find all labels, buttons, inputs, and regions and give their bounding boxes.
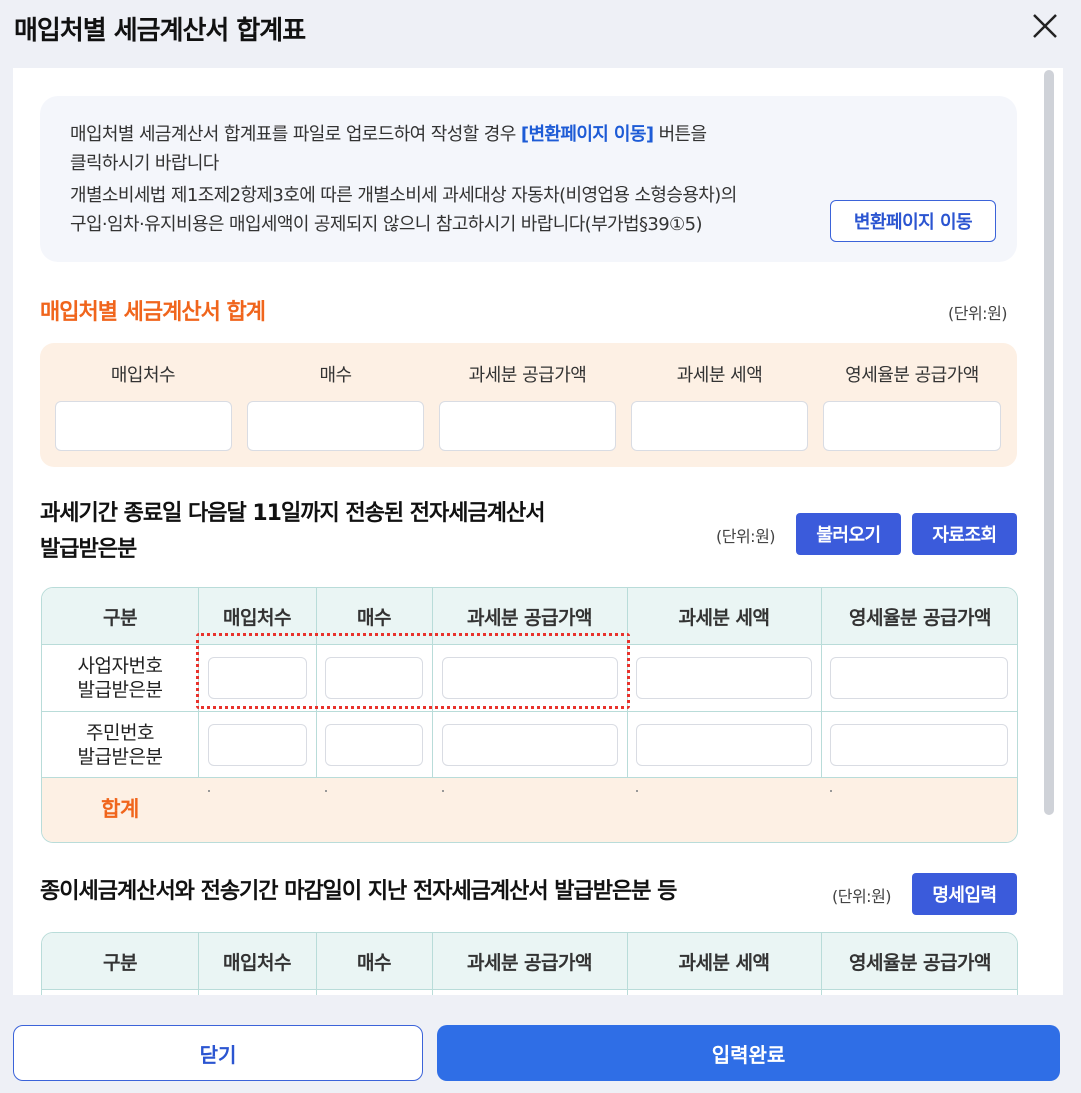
convert-page-button[interactable]: 변환페이지 이동: [830, 200, 996, 242]
notice-line-4: 구입·임차·유지비용은 매입세액이 공제되지 않으니 참고하시기 바랍니다(부가…: [70, 214, 702, 235]
submit-button[interactable]: 입력완료: [437, 1025, 1060, 1081]
s2-row2-vendors-field[interactable]: [208, 724, 307, 766]
s2-total-label: 합계: [101, 797, 139, 821]
s2-row2-zero-rate-field[interactable]: [830, 724, 1008, 766]
summary-title: 매입처별 세금계산서 합계: [40, 300, 266, 325]
section2-unit: (단위:원): [716, 527, 776, 546]
summary-vendors-field[interactable]: [55, 401, 232, 451]
s2-row2-taxable-tax-field[interactable]: [636, 724, 812, 766]
s3-header-taxable-supply: 과세분 공급가액: [467, 951, 592, 974]
summary-header-count: 매수: [319, 365, 352, 386]
s3-header-taxable-tax: 과세분 세액: [678, 951, 770, 974]
close-icon[interactable]: [1027, 8, 1063, 44]
highlight-box: [196, 633, 630, 709]
scrollbar-thumb[interactable]: [1044, 70, 1054, 815]
section3-table: 구분 매입처수 매수 과세분 공급가액 과세분 세액 영세율분 공급가액: [41, 932, 1018, 995]
notice-line-3: 개별소비세법 제1조제2항제3호에 따른 개별소비세 과세대상 자동차(비영업용…: [70, 185, 737, 206]
close-button[interactable]: 닫기: [13, 1025, 423, 1081]
summary-zero-rate-field[interactable]: [823, 401, 1001, 451]
s2-header-category: 구분: [103, 606, 137, 629]
s3-header-count: 매수: [357, 951, 391, 974]
s2-row2-label: 주민번호 발급받은분: [77, 721, 163, 768]
summary-taxable-supply-field[interactable]: [439, 401, 616, 451]
notice-link: [변환페이지 이동]: [520, 124, 654, 145]
section2-title: 과세기간 종료일 다음달 11일까지 전송된 전자세금계산서 발급받은분: [40, 501, 545, 562]
summary-header-vendors: 매입처수: [110, 365, 176, 386]
summary-unit: (단위:원): [948, 304, 1008, 323]
s3-header-category: 구분: [103, 951, 137, 974]
modal-title: 매입처별 세금계산서 합계표: [14, 16, 306, 46]
s3-header-zero-rate: 영세율분 공급가액: [849, 951, 991, 974]
s2-row2-count-field[interactable]: [325, 724, 423, 766]
s2-row1-label: 사업자번호 발급받은분: [77, 655, 163, 701]
section3-unit: (단위:원): [832, 887, 892, 906]
s2-row1-zero-rate-field[interactable]: [830, 657, 1008, 699]
summary-header-zero-rate: 영세율분 공급가액: [845, 365, 979, 386]
s2-row2-taxable-supply-field[interactable]: [442, 724, 618, 766]
notice-line-1: 매입처별 세금계산서 합계표를 파일로 업로드하여 작성할 경우 [변환페이지 …: [70, 124, 707, 145]
load-button[interactable]: 불러오기: [796, 513, 901, 555]
summary-count-field[interactable]: [247, 401, 424, 451]
section2-table: 구분 매입처수 매수 과세분 공급가액 과세분 세액 영세율분 공급가액 사업자…: [41, 587, 1018, 843]
summary-header-taxable-supply: 과세분 공급가액: [468, 365, 587, 386]
s2-header-zero-rate: 영세율분 공급가액: [849, 606, 991, 629]
section3-title: 종이세금계산서와 전송기간 마감일이 지난 전자세금계산서 발급받은분 등: [40, 879, 677, 904]
s2-header-taxable-tax: 과세분 세액: [678, 606, 770, 629]
detail-input-button[interactable]: 명세입력: [912, 873, 1017, 915]
lookup-button[interactable]: 자료조회: [912, 513, 1017, 555]
summary-header-taxable-tax: 과세분 세액: [676, 365, 763, 386]
modal-content: 매입처별 세금계산서 합계표를 파일로 업로드하여 작성할 경우 [변환페이지 …: [13, 68, 1063, 995]
s3-header-vendors: 매입처수: [223, 951, 291, 974]
summary-box: 매입처수 매수 과세분 공급가액 과세분 세액 영세율분 공급가액: [40, 343, 1017, 467]
s2-row1-taxable-tax-field[interactable]: [636, 657, 812, 699]
notice-box: 매입처별 세금계산서 합계표를 파일로 업로드하여 작성할 경우 [변환페이지 …: [40, 96, 1017, 262]
summary-taxable-tax-field[interactable]: [631, 401, 808, 451]
notice-line-2: 클릭하시기 바랍니다: [70, 153, 219, 174]
